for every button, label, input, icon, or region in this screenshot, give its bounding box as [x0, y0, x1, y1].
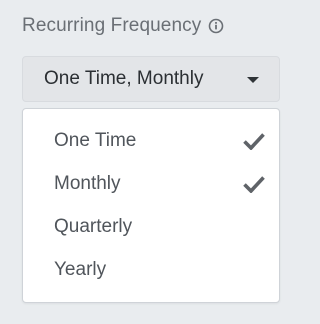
- caret-down-icon: [247, 77, 259, 83]
- checkmark-icon: [243, 130, 265, 152]
- option-label: Monthly: [54, 173, 121, 194]
- option-label: One Time: [54, 130, 137, 151]
- field-label-row: Recurring Frequency: [22, 13, 225, 39]
- select-value: One Time, Monthly: [44, 68, 204, 89]
- recurring-frequency-select[interactable]: One Time, Monthly: [22, 56, 280, 102]
- frequency-dropdown-menu: One Time Monthly Quarterly Yearly: [22, 108, 280, 303]
- option-label: Yearly: [54, 259, 107, 280]
- checkmark-icon: [243, 173, 265, 195]
- option-yearly[interactable]: Yearly: [23, 250, 279, 290]
- option-monthly[interactable]: Monthly: [23, 164, 279, 204]
- field-label: Recurring Frequency: [22, 15, 202, 36]
- option-label: Quarterly: [54, 216, 133, 237]
- option-one-time[interactable]: One Time: [23, 121, 279, 161]
- info-circle-icon[interactable]: [207, 17, 225, 35]
- option-quarterly[interactable]: Quarterly: [23, 207, 279, 247]
